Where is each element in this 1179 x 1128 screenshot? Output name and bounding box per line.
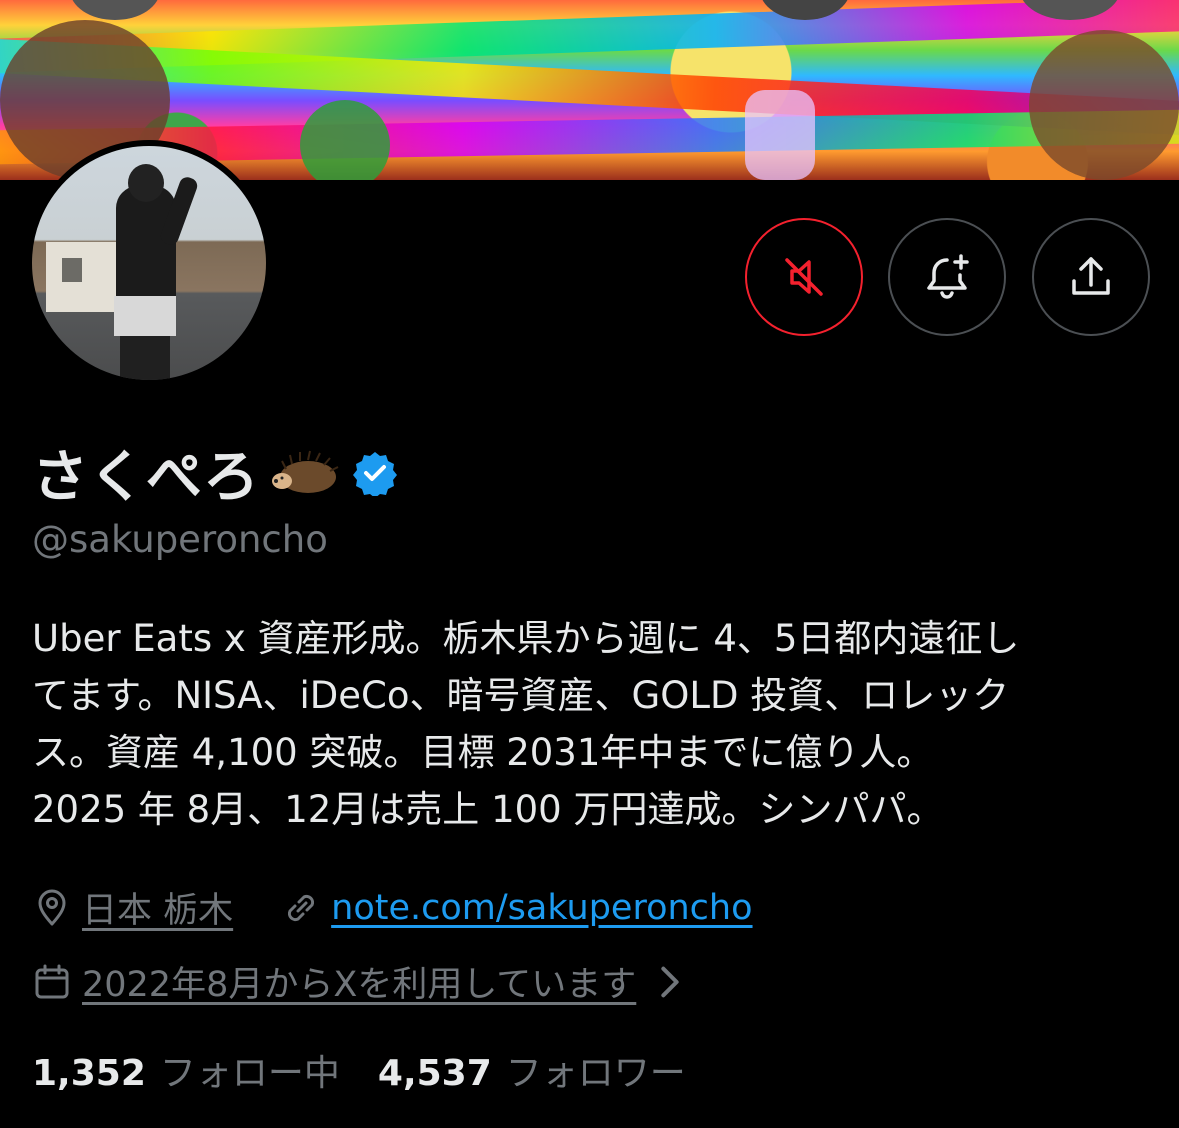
notifications-button[interactable] — [888, 218, 1006, 336]
avatar-person-shorts — [114, 296, 176, 336]
share-button[interactable] — [1032, 218, 1150, 336]
followers-count[interactable]: 4,537 — [378, 1053, 492, 1094]
avatar-window — [62, 258, 82, 282]
verified-badge-icon[interactable] — [352, 450, 398, 496]
banner-overlay-button — [70, 0, 160, 20]
banner-leaf — [300, 100, 390, 180]
avatar-person — [116, 186, 176, 306]
bell-plus-icon — [927, 254, 969, 299]
profile-meta-row: 2022年8月からXを利用しています — [32, 956, 748, 1007]
website-link[interactable]: note.com/sakuperoncho — [331, 888, 752, 928]
speaker-muted-icon — [785, 258, 823, 296]
profile-bio: Uber Eats x 資産形成。栃木県から週に 4、5日都内遠征し てます。N… — [32, 617, 1020, 831]
avatar[interactable] — [26, 140, 272, 386]
banner-elephant-right — [1029, 30, 1179, 180]
following-label[interactable]: フォロー中 — [160, 1044, 340, 1096]
user-handle: @sakuperoncho — [32, 518, 328, 561]
location-text[interactable]: 日本 栃木 — [82, 882, 233, 933]
follow-stats: 1,352 フォロー中 4,537 フォロワー — [32, 1044, 724, 1096]
hedgehog-icon — [272, 450, 339, 493]
name-row: さくぺろ — [32, 432, 398, 513]
avatar-person-head — [128, 164, 164, 202]
banner-jar — [745, 90, 815, 180]
share-icon — [1072, 257, 1110, 295]
joined-item[interactable]: 2022年8月からXを利用しています — [32, 956, 700, 1007]
link-icon — [288, 894, 315, 921]
location-item: 日本 栃木 — [32, 882, 233, 933]
followers-label[interactable]: フォロワー — [506, 1044, 686, 1096]
profile-meta-row: 日本 栃木 note.com/sakuperoncho — [32, 882, 801, 933]
avatar-person-legs — [120, 336, 170, 380]
profile-page: さくぺろ @sakuperoncho Uber Eats x 資産形成。栃木県か… — [0, 0, 1179, 1128]
location-pin-icon — [38, 889, 66, 925]
unmute-button[interactable] — [745, 218, 863, 336]
joined-text[interactable]: 2022年8月からXを利用しています — [82, 956, 636, 1007]
chevron-right-icon — [661, 966, 679, 997]
display-name: さくぺろ — [32, 445, 260, 510]
following-count[interactable]: 1,352 — [32, 1053, 146, 1094]
calendar-icon — [35, 964, 69, 998]
website-item: note.com/sakuperoncho — [281, 888, 753, 928]
